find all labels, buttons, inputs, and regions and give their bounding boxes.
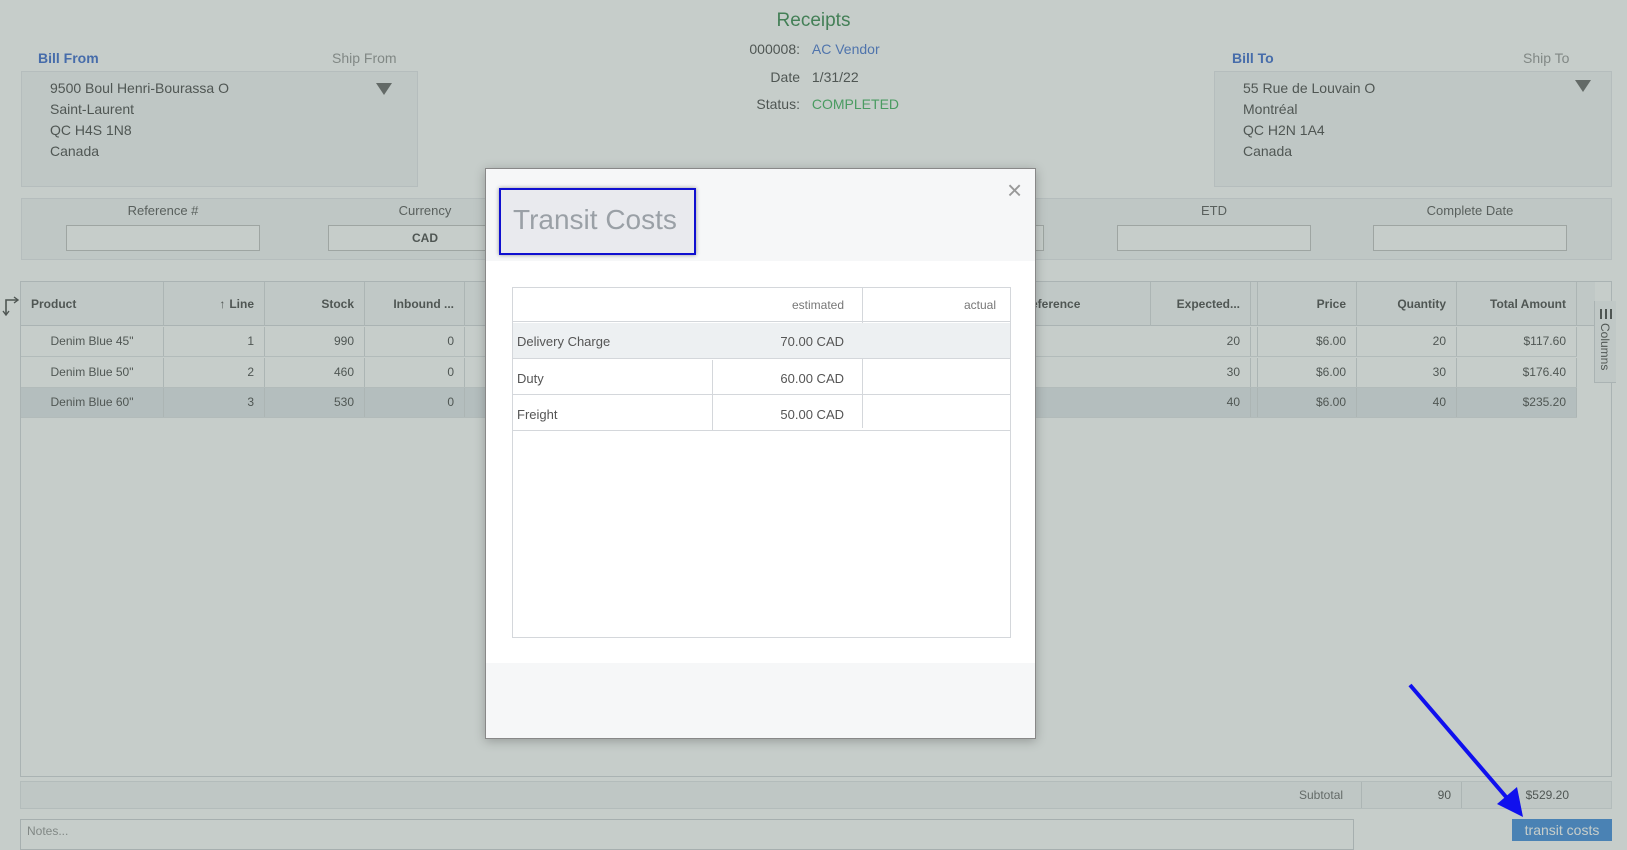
cost-estimated: 70.00 CAD	[780, 334, 844, 349]
cost-name: Delivery Charge	[517, 334, 611, 349]
table-header: estimated actual	[513, 288, 1010, 322]
table-row[interactable]: Duty 60.00 CAD	[513, 360, 1010, 395]
cost-name: Duty	[517, 371, 544, 386]
table-row[interactable]: Delivery Charge 70.00 CAD	[513, 323, 1010, 359]
col-estimated: estimated	[791, 298, 844, 312]
transit-costs-dialog: Transit Costs × estimated actual Deliver…	[485, 168, 1036, 739]
cost-estimated: 50.00 CAD	[780, 407, 844, 422]
annotation-arrow-icon	[1408, 683, 1523, 817]
cost-estimated: 60.00 CAD	[780, 371, 844, 386]
transit-costs-table: estimated actual Delivery Charge 70.00 C…	[512, 287, 1011, 638]
cost-name: Freight	[517, 407, 558, 422]
close-icon[interactable]: ×	[1007, 177, 1022, 203]
col-actual: actual	[963, 298, 996, 312]
dialog-title: Transit Costs	[499, 188, 696, 255]
dialog-footer	[486, 663, 1035, 738]
table-row[interactable]: Freight 50.00 CAD	[513, 396, 1010, 431]
